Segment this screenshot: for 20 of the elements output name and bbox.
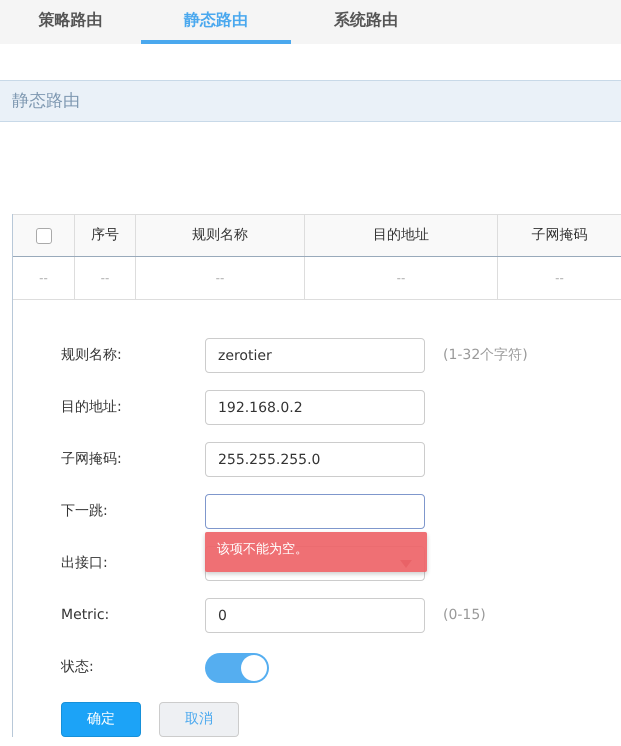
field-label: 出接口:	[61, 554, 109, 573]
table-cell: --	[136, 257, 305, 299]
field-label: 下一跳:	[61, 502, 109, 521]
table-cell: --	[75, 257, 136, 299]
field-label: 状态:	[61, 658, 95, 677]
section-header: 静态路由	[0, 80, 621, 122]
table-cell: --	[13, 257, 75, 299]
field-label: 目的地址:	[61, 398, 123, 417]
field-label: 子网掩码:	[61, 450, 123, 469]
column-header: 规则名称	[136, 215, 305, 256]
table-cell: --	[498, 257, 621, 299]
column-header: 目的地址	[305, 215, 498, 256]
column-header: 子网掩码	[498, 215, 621, 256]
column-header: 序号	[75, 215, 136, 256]
hint-text: (0-15)	[443, 606, 486, 625]
field-label: Metric:	[61, 606, 110, 625]
hint-text: (1-32个字符)	[443, 346, 528, 365]
error-tooltip: 该项不能为空。	[205, 532, 427, 572]
table-cell: --	[305, 257, 498, 299]
field-label: 规则名称:	[61, 346, 123, 365]
